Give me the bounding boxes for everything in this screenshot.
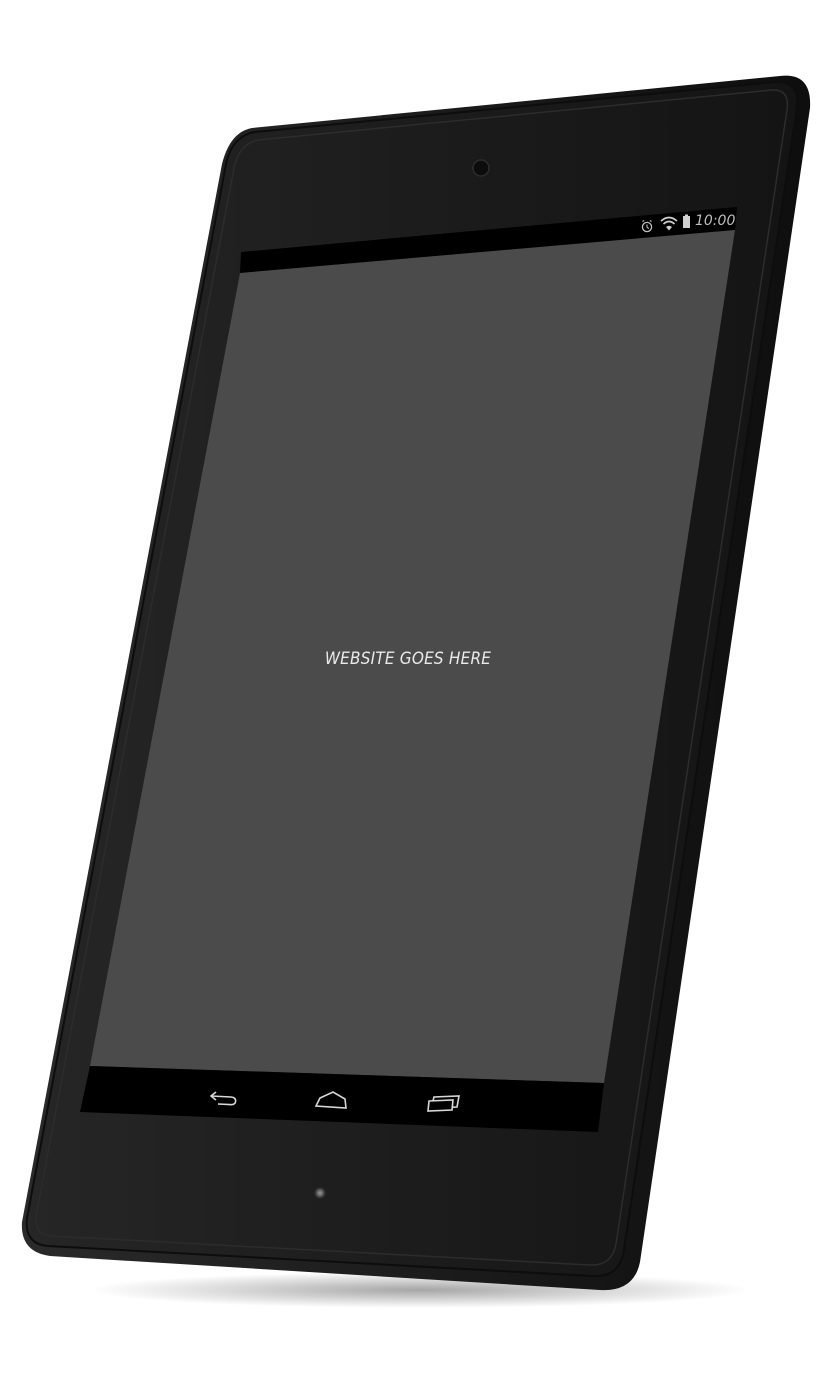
- battery-icon: [683, 214, 690, 228]
- front-camera: [472, 159, 490, 177]
- website-placeholder-text: WEBSITE GOES HERE: [325, 649, 491, 669]
- notification-led: [313, 1186, 327, 1200]
- status-time: 10:00: [695, 213, 735, 229]
- tablet-illustration: 10:00 WEBSITE GOES HERE: [21, 75, 811, 1308]
- device-mockup: 10:00 WEBSITE GOES HERE: [0, 0, 832, 1386]
